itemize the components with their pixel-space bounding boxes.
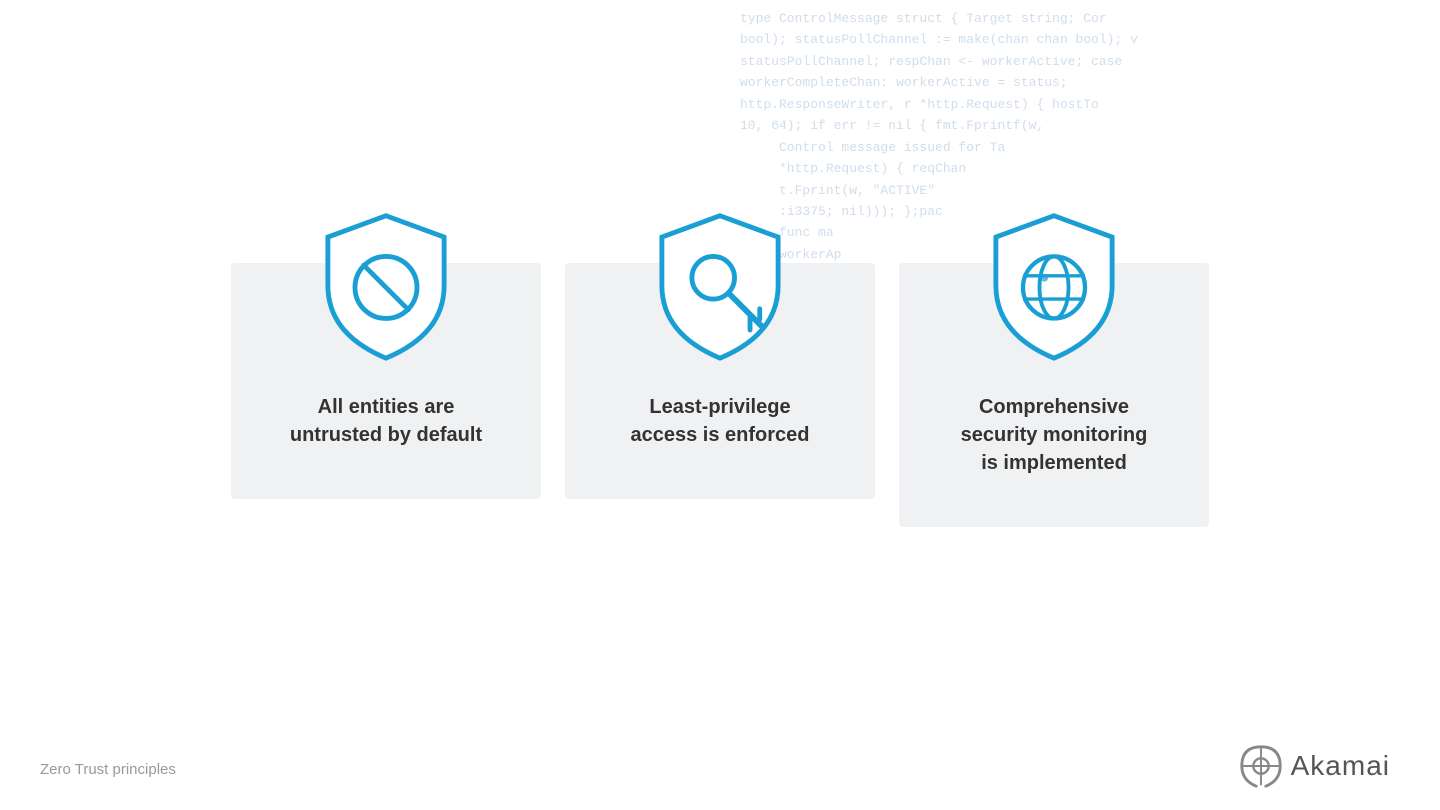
shield-icon-globe	[979, 208, 1129, 363]
card-text-least-privilege: Least-privilege access is enforced	[611, 393, 830, 449]
footer-label: Zero Trust principles	[40, 761, 176, 778]
main-content: All entities are untrusted by default Le…	[0, 0, 1440, 810]
shield-icon-untrusted	[311, 208, 461, 363]
akamai-icon-svg	[1237, 742, 1285, 790]
card-least-privilege: Least-privilege access is enforced	[565, 263, 875, 499]
brand-name: Akamai	[1291, 750, 1390, 782]
card-text-monitoring: Comprehensive security monitoring is imp…	[941, 393, 1168, 477]
cards-container: All entities are untrusted by default Le…	[231, 263, 1209, 527]
shield-icon-key	[645, 208, 795, 363]
card-untrusted: All entities are untrusted by default	[231, 263, 541, 499]
card-monitoring: Comprehensive security monitoring is imp…	[899, 263, 1209, 527]
shield-wrapper-monitoring	[979, 208, 1129, 363]
shield-wrapper-untrusted	[311, 208, 461, 363]
shield-wrapper-least-privilege	[645, 208, 795, 363]
akamai-logo: Akamai	[1237, 742, 1390, 790]
card-text-untrusted: All entities are untrusted by default	[270, 393, 502, 449]
